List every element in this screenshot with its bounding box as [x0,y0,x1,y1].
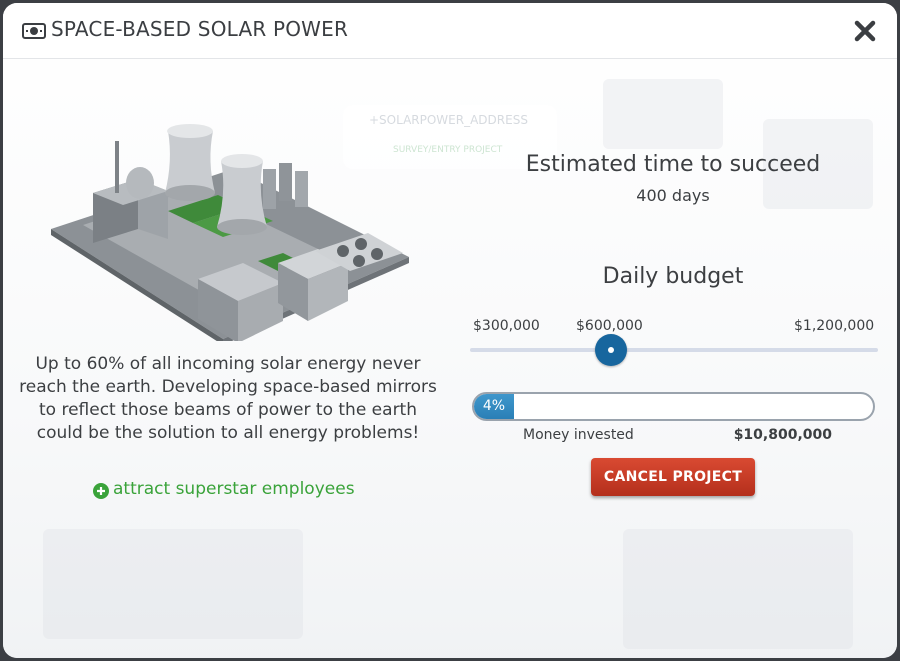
investment-progress-bar: 4% [472,392,875,421]
budget-slider-thumb[interactable] [595,334,627,366]
progress-fill: 4% [474,394,514,419]
estimate-title: Estimated time to succeed [525,152,821,177]
money-icon [22,23,46,39]
money-invested-label: Money invested [523,427,634,443]
dialog-title: SPACE-BASED SOLAR POWER [51,17,349,41]
perk-label: attract superstar employees [113,479,355,499]
dialog-titlebar: SPACE-BASED SOLAR POWER [3,3,897,59]
project-description: Up to 60% of all incoming solar energy n… [19,354,437,443]
money-invested-value: $10,800,000 [733,427,832,443]
cancel-project-button[interactable]: CANCEL PROJECT [591,458,755,496]
progress-label: 4% [482,398,506,414]
plus-circle-icon [93,483,109,499]
budget-slider-track[interactable] [470,348,878,352]
background-shape [623,529,853,649]
close-icon[interactable] [853,19,877,43]
dialog-content: +SOLARPOWER_ADDRESS SURVEY/ENTRY PROJECT [3,59,897,658]
perk-badge: attract superstar employees [93,479,383,503]
power-plant-illustration [51,124,409,341]
budget-tick-mid: $600,000 [576,318,643,334]
estimate-value: 400 days [636,186,710,205]
budget-title: Daily budget [602,264,744,289]
project-dialog: SPACE-BASED SOLAR POWER +SOLARPOWER_ADDR… [3,3,897,658]
background-shape [43,529,303,639]
budget-tick-max: $1,200,000 [794,318,875,334]
background-shape [603,79,723,149]
budget-tick-min: $300,000 [473,318,540,334]
